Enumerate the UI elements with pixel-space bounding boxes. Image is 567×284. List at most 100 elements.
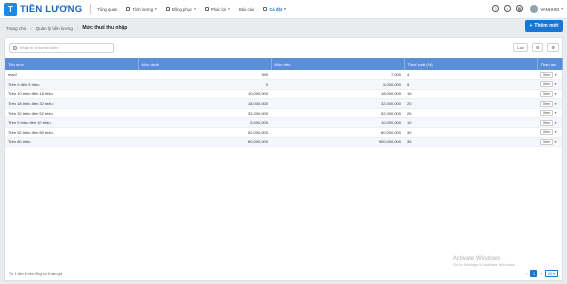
prev-page-icon[interactable]: ‹	[526, 271, 527, 276]
table-cell: 900,000,000	[271, 137, 404, 148]
breadcrumb-separator-icon: ›	[30, 25, 32, 31]
chevron-down-icon[interactable]: ▾	[555, 82, 557, 86]
add-new-label: Thêm mới	[534, 23, 559, 29]
row-actions: Xem ▾	[540, 119, 559, 126]
column-header[interactable]: Thao tác	[537, 58, 563, 70]
table-row[interactable]: Trên 32 triệu đến 52 triệu 32,000,000 52,0…	[5, 108, 562, 119]
user-menu[interactable]: VANHHIG ▾	[530, 5, 563, 13]
filter-button[interactable]: Lọc	[513, 43, 528, 52]
filter-label: Lọc	[517, 45, 524, 50]
chevron-down-icon[interactable]: ▾	[555, 111, 557, 115]
gear-icon: ⚙	[551, 45, 555, 50]
action-cell: Xem ▾	[537, 117, 562, 129]
chevron-down-icon[interactable]: ▾	[555, 121, 557, 125]
column-list-button[interactable]: ☰	[531, 43, 544, 52]
view-button[interactable]: Xem	[540, 138, 553, 145]
chevron-down-icon[interactable]: ▾	[555, 102, 557, 106]
nav-menu-icon	[204, 7, 209, 11]
content-panel: Nhập từ khóa tìm kiếm Lọc ☰ ⚙ Tên mức Mức…	[4, 37, 563, 281]
add-new-button[interactable]: + Thêm mới	[525, 20, 563, 32]
divider	[90, 4, 92, 14]
column-header[interactable]: Tên mức	[5, 58, 139, 70]
chevron-down-icon[interactable]: ▾	[555, 92, 557, 96]
table-cell: 32,000,000	[271, 98, 404, 109]
nav-item[interactable]: Đồng phục ▾	[165, 7, 196, 12]
view-button[interactable]: Xem	[540, 90, 553, 97]
table-row[interactable]: Trên 52 triệu đến 80 triệu 52,000,000 80,0…	[5, 127, 562, 138]
row-actions: Xem ▾	[540, 138, 559, 145]
table-row[interactable]: Trên 80 triệu 80,000,000 900,000,000 35 Xem ▾	[5, 137, 562, 148]
breadcrumb-home[interactable]: Trang chủ	[6, 26, 26, 31]
table-cell: mar2	[5, 70, 138, 81]
nav-item[interactable]: Tổng quan	[97, 7, 117, 12]
tax-rate-table: Tên mức Mức dưới Mức trên Thuế suất (%) Thao…	[5, 58, 563, 148]
search-input[interactable]: Nhập từ khóa tìm kiếm	[9, 43, 114, 53]
table-cell: Trên 5 triệu đến 10 triệu	[5, 117, 138, 129]
table-cell: 10,000,000	[271, 117, 404, 129]
chevron-down-icon[interactable]: ▾	[555, 140, 557, 144]
column-header[interactable]: Thuế suất (%)	[404, 58, 538, 70]
page-number-button[interactable]: 1	[530, 270, 538, 277]
table-cell: 52,000,000	[271, 108, 404, 119]
view-button[interactable]: Xem	[540, 119, 553, 126]
chevron-down-icon[interactable]: ▾	[555, 130, 557, 134]
view-button[interactable]: Xem	[540, 100, 553, 107]
record-summary: Từ 1 đến 8 trên tổng số 8 bản ghi	[9, 272, 63, 276]
nav-menu-icon	[165, 7, 170, 11]
view-button[interactable]: Xem	[540, 110, 553, 117]
notification-bell-icon[interactable]: •	[504, 5, 511, 12]
search-placeholder: Nhập từ khóa tìm kiếm	[20, 46, 59, 50]
apps-grid-icon[interactable]: ▦	[516, 5, 523, 12]
nav-item[interactable]: Tính lương ▾	[126, 6, 157, 12]
row-actions: Xem ▾	[540, 81, 559, 88]
table-row[interactable]: Trên 0 đến 5 triệu 0 5,000,000 5 Xem ▾	[5, 79, 562, 90]
column-header[interactable]: Mức dưới	[138, 58, 272, 70]
plus-icon: +	[529, 23, 533, 29]
table-row[interactable]: Trên 18 triệu đến 32 triệu 18,000,000 32,0…	[5, 98, 562, 109]
chevron-down-icon: ▾	[561, 7, 563, 11]
row-actions: Xem ▾	[540, 110, 559, 117]
table-header-row: Tên mức Mức dưới Mức trên Thuế suất (%) Thao…	[5, 58, 563, 70]
top-navbar: T TIỀN LƯƠNG Tổng quan Tính lương ▾ Đồng ph…	[0, 0, 567, 19]
next-page-icon[interactable]: ›	[540, 271, 541, 276]
avatar	[530, 5, 539, 13]
table-row[interactable]: Trên 5 triệu đến 10 triệu 5,000,000 10,000…	[5, 117, 562, 129]
table-cell: 5,000,000	[138, 117, 271, 129]
table-cell: 4	[404, 70, 537, 81]
page-size-select[interactable]: 20 ▾	[544, 270, 558, 277]
table-cell: Trên 80 triệu	[5, 137, 138, 148]
table-row[interactable]: Trên 10 triệu đến 18 triệu 10,000,000 18,0…	[5, 89, 562, 100]
chevron-down-icon: ▾	[553, 271, 555, 276]
view-button[interactable]: Xem	[540, 71, 553, 78]
app-brand[interactable]: TIỀN LƯƠNG	[20, 4, 82, 15]
settings-button[interactable]: ⚙	[547, 43, 559, 52]
action-cell: Xem ▾	[537, 137, 562, 148]
view-button[interactable]: Xem	[540, 81, 553, 88]
table-cell: Trên 10 triệu đến 18 triệu	[5, 89, 138, 100]
app-logo-icon[interactable]: T	[4, 2, 17, 16]
table-cell: 18,000,000	[138, 98, 271, 109]
chevron-down-icon: ▾	[155, 7, 157, 11]
nav-item-label: Tính lương	[132, 6, 154, 12]
table-row[interactable]: mar2 399 7,000 4 Xem ▾	[5, 70, 562, 81]
table-cell: 30	[404, 127, 537, 138]
action-cell: Xem ▾	[537, 89, 562, 100]
breadcrumb: Trang chủ › Quản lý tiền lương › Mức thu…	[0, 19, 567, 37]
chevron-down-icon[interactable]: ▾	[555, 73, 557, 77]
chevron-down-icon: ▾	[284, 7, 286, 11]
table-cell: 52,000,000	[138, 127, 271, 138]
view-button[interactable]: Xem	[540, 129, 553, 136]
search-icon	[13, 46, 17, 50]
help-icon[interactable]: ?	[492, 5, 499, 12]
toolbar: Lọc ☰ ⚙	[513, 43, 559, 52]
column-header[interactable]: Mức trên	[271, 58, 405, 70]
nav-item[interactable]: Báo cáo	[239, 7, 254, 12]
action-cell: Xem ▾	[537, 70, 562, 81]
nav-item[interactable]: Phúc lợi ▾	[204, 7, 230, 12]
breadcrumb-parent[interactable]: Quản lý tiền lương	[36, 26, 73, 31]
table-cell: 20	[404, 98, 537, 109]
page-size-value: 20	[547, 271, 553, 276]
table-cell: 10,000,000	[138, 89, 271, 100]
nav-item[interactable]: Cá đặt ▾	[263, 7, 286, 12]
action-cell: Xem ▾	[537, 79, 562, 90]
